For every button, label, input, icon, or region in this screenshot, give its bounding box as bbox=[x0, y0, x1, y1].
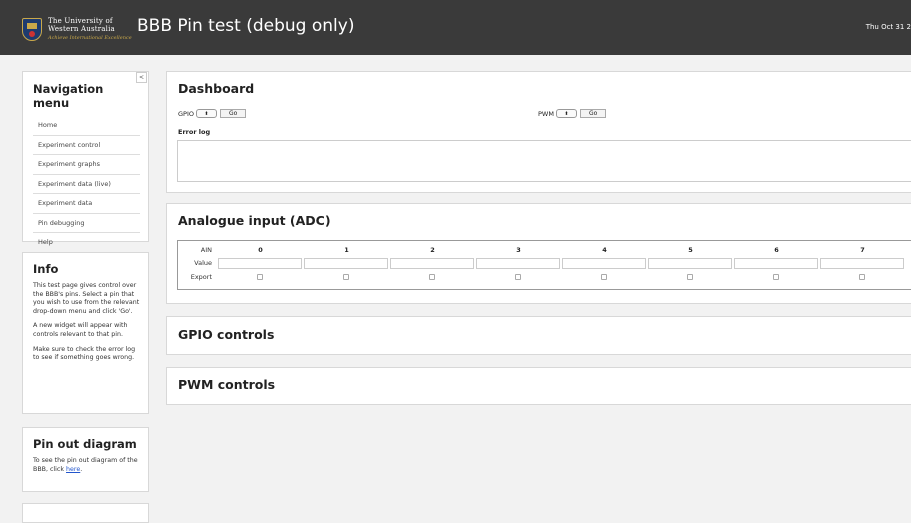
pinout-panel: Pin out diagram To see the pin out diagr… bbox=[22, 427, 149, 492]
export-checkbox[interactable] bbox=[687, 274, 693, 280]
adc-value-field[interactable] bbox=[218, 258, 302, 269]
export-checkbox[interactable] bbox=[257, 274, 263, 280]
gpio-control-row: GPIO ⬍ Go bbox=[178, 109, 247, 118]
export-checkbox[interactable] bbox=[515, 274, 521, 280]
nav-item-experiment-data-live[interactable]: Experiment data (live) bbox=[33, 175, 140, 194]
channel-header: 4 bbox=[602, 246, 607, 254]
channel-header: 5 bbox=[688, 246, 693, 254]
pinout-here-link[interactable]: here bbox=[66, 466, 80, 473]
export-checkbox[interactable] bbox=[429, 274, 435, 280]
collapse-sidebar-button[interactable]: < bbox=[136, 72, 147, 83]
gpio-label: GPIO bbox=[178, 109, 194, 118]
navigation-panel: Navigation menu Home Experiment control … bbox=[22, 71, 149, 253]
pwm-control-row: PWM ⬍ Go bbox=[538, 109, 607, 118]
crest-icon bbox=[22, 17, 42, 41]
nav-item-help[interactable]: Help bbox=[33, 233, 140, 253]
dashboard-title: Dashboard bbox=[178, 81, 255, 96]
pwm-controls-title: PWM controls bbox=[178, 377, 276, 392]
export-label: Export bbox=[190, 273, 212, 281]
pwm-go-button[interactable]: Go bbox=[579, 109, 607, 118]
adc-value-field[interactable] bbox=[820, 258, 904, 269]
error-log-label: Error log bbox=[178, 128, 211, 136]
info-paragraph-3: Make sure to check the error log to see … bbox=[33, 345, 136, 362]
gpio-pin-select[interactable]: ⬍ bbox=[196, 109, 217, 118]
logo-tagline: Achieve International Excellence bbox=[48, 34, 132, 41]
pwm-controls-card: PWM controls bbox=[166, 367, 911, 405]
pwm-pin-select[interactable]: ⬍ bbox=[555, 109, 577, 118]
info-paragraph-1: This test page gives control over the BB… bbox=[33, 282, 140, 315]
nav-item-experiment-graphs[interactable]: Experiment graphs bbox=[33, 155, 140, 175]
channel-header: 6 bbox=[774, 246, 779, 254]
export-checkbox[interactable] bbox=[773, 274, 779, 280]
info-panel: Info This test page gives control over t… bbox=[22, 252, 149, 414]
adc-table: AIN 0 1 2 3 4 5 6 7 Value Export bbox=[177, 240, 911, 290]
info-title: Info bbox=[33, 262, 59, 276]
export-checkbox[interactable] bbox=[859, 274, 865, 280]
top-header-bar: The University of Western Australia Achi… bbox=[0, 0, 911, 55]
gpio-go-button[interactable]: Go bbox=[220, 109, 247, 118]
nav-item-experiment-control[interactable]: Experiment control bbox=[33, 136, 140, 155]
navigation-list: Home Experiment control Experiment graph… bbox=[33, 116, 140, 253]
adc-value-field[interactable] bbox=[304, 258, 388, 269]
adc-card: Analogue input (ADC) AIN 0 1 2 3 4 5 6 7… bbox=[166, 203, 911, 304]
adc-value-field[interactable] bbox=[562, 258, 646, 269]
pwm-label: PWM bbox=[538, 109, 554, 118]
nav-item-experiment-data[interactable]: Experiment data bbox=[33, 194, 140, 214]
ain-label: AIN bbox=[200, 246, 212, 254]
dashboard-card: Dashboard GPIO ⬍ Go PWM ⬍ Go Error log bbox=[166, 71, 911, 193]
logo-line-2: Western Australia bbox=[48, 24, 115, 33]
export-checkbox[interactable] bbox=[343, 274, 349, 280]
channel-header: 3 bbox=[516, 246, 521, 254]
export-checkbox[interactable] bbox=[601, 274, 607, 280]
value-label: Value bbox=[194, 259, 212, 267]
channel-header: 1 bbox=[344, 246, 349, 254]
app-title: BBB Pin test (debug only) bbox=[137, 16, 355, 36]
adc-title: Analogue input (ADC) bbox=[178, 213, 331, 228]
adc-value-field[interactable] bbox=[476, 258, 560, 269]
adc-value-field[interactable] bbox=[648, 258, 732, 269]
error-log-textarea[interactable] bbox=[177, 140, 911, 182]
datetime-display: Thu Oct 31 2 bbox=[865, 23, 911, 31]
pinout-text: To see the pin out diagram of the BBB, c… bbox=[33, 457, 138, 473]
logo-line-1: The University of bbox=[48, 16, 113, 25]
adc-value-field[interactable] bbox=[390, 258, 474, 269]
university-logo[interactable]: The University of Western Australia Achi… bbox=[22, 17, 132, 41]
sidebar-extra-panel bbox=[22, 503, 149, 523]
gpio-controls-card: GPIO controls bbox=[166, 316, 911, 355]
info-paragraph-2: A new widget will appear with controls r… bbox=[33, 322, 128, 338]
nav-item-pin-debugging[interactable]: Pin debugging bbox=[33, 214, 140, 233]
channel-header: 7 bbox=[860, 246, 865, 254]
gpio-controls-title: GPIO controls bbox=[178, 327, 275, 342]
navigation-title: Navigation menu bbox=[33, 82, 104, 110]
channel-header: 2 bbox=[430, 246, 435, 254]
nav-item-home[interactable]: Home bbox=[33, 116, 140, 136]
adc-value-field[interactable] bbox=[734, 258, 818, 269]
pinout-title: Pin out diagram bbox=[33, 437, 137, 451]
channel-header: 0 bbox=[258, 246, 263, 254]
